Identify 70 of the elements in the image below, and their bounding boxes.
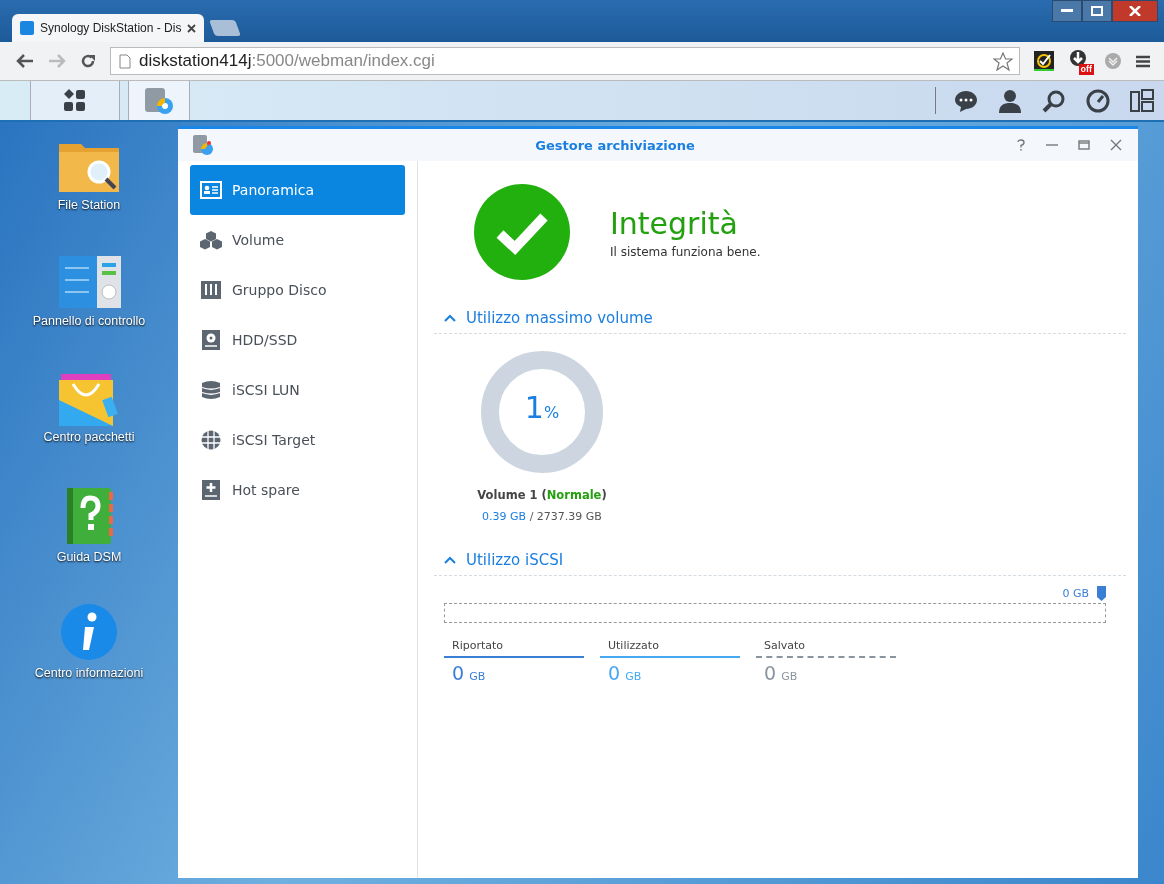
disk-group-icon xyxy=(200,280,222,300)
menu-icon[interactable] xyxy=(1136,54,1150,68)
window-title: Gestore archiviazione xyxy=(534,137,696,153)
minimize-icon xyxy=(1061,9,1073,13)
back-icon[interactable] xyxy=(16,54,34,68)
close-icon xyxy=(1129,6,1141,16)
page-icon xyxy=(119,53,131,69)
gauge-icon[interactable] xyxy=(1086,88,1110,113)
minimize-button[interactable] xyxy=(1052,0,1082,22)
control-panel-icon[interactable] xyxy=(57,254,121,310)
section-header[interactable]: Utilizzo iSCSI xyxy=(434,539,1126,576)
database-icon xyxy=(200,380,222,400)
maximize-icon[interactable] xyxy=(1078,139,1090,151)
volume-capacity: 0.39 GB / 2737.39 GB xyxy=(482,510,602,523)
widgets-icon[interactable] xyxy=(1130,88,1154,113)
health-subtitle: Il sistema funziona bene. xyxy=(610,244,761,259)
bar-label: 0 GB xyxy=(1062,587,1089,600)
id-card-icon xyxy=(200,180,222,200)
search-icon[interactable] xyxy=(1042,88,1066,113)
storage-manager-icon xyxy=(143,85,175,116)
health-title: Integrità xyxy=(610,205,739,241)
globe-icon xyxy=(200,430,222,450)
sidebar-item[interactable]: HDD/SSD xyxy=(190,315,405,365)
off-badge: off xyxy=(1078,64,1094,75)
check-shield-icon[interactable] xyxy=(1034,51,1054,71)
info-icon[interactable] xyxy=(59,602,119,662)
browser-tab[interactable]: Synology DiskStation - Dis xyxy=(12,14,205,42)
user-icon[interactable] xyxy=(998,88,1022,113)
close-button[interactable] xyxy=(1112,0,1158,22)
maximize-icon xyxy=(1091,6,1103,16)
desktop-icon-label[interactable]: Guida DSM xyxy=(29,550,149,564)
tab-title: Synology DiskStation - Dis xyxy=(40,21,182,35)
sidebar-item[interactable]: Panoramica xyxy=(190,165,405,215)
desktop-icon-label[interactable]: File Station xyxy=(29,198,149,212)
legend-label: Riportato xyxy=(451,639,505,654)
chevron-icon xyxy=(444,556,456,564)
help-icon[interactable] xyxy=(1016,139,1026,151)
cubes-icon xyxy=(200,230,222,250)
check-circle-icon xyxy=(474,184,570,280)
star-icon[interactable] xyxy=(993,51,1013,71)
reload-icon[interactable] xyxy=(80,53,96,69)
chevron-icon xyxy=(444,314,456,322)
close-icon[interactable] xyxy=(1110,139,1122,151)
maximize-button[interactable] xyxy=(1082,0,1112,22)
legend-value: 0 GB xyxy=(607,661,643,684)
chat-icon[interactable] xyxy=(954,89,978,112)
legend-label: Salvato xyxy=(763,639,807,654)
desktop-icon-label[interactable]: Pannello di controllo xyxy=(29,314,149,328)
app-grid-icon xyxy=(63,88,87,113)
sidebar-item[interactable]: iSCSI Target xyxy=(190,415,405,465)
sidebar-item[interactable]: Volume xyxy=(190,215,405,265)
legend-value: 0 GB xyxy=(451,661,487,684)
close-tab-icon[interactable] xyxy=(187,23,197,33)
desktop-icon-label[interactable]: Centro pacchetti xyxy=(29,430,149,444)
marker-icon xyxy=(1097,586,1106,601)
section-header[interactable]: Utilizzo massimo volume xyxy=(434,297,1126,334)
sidebar-item[interactable]: Gruppo Disco xyxy=(190,265,405,315)
storage-manager-icon xyxy=(192,134,214,156)
usage-percent: 1% xyxy=(523,390,561,425)
sidebar-item[interactable]: Hot spare xyxy=(190,465,405,515)
new-tab-button[interactable] xyxy=(209,20,242,36)
legend-value: 0 GB xyxy=(763,661,799,684)
dsm-favicon-icon xyxy=(20,21,34,35)
legend-label: Utilizzato xyxy=(607,639,660,654)
volume-name: Volume 1 (Normale) xyxy=(477,488,607,502)
sidebar-item[interactable]: iSCSI LUN xyxy=(190,365,405,415)
address-bar[interactable]: diskstation414j:5000/webman/index.cgi xyxy=(110,47,1020,75)
storage-manager-taskbar-button[interactable] xyxy=(128,81,190,120)
desktop-icon-label[interactable]: Centro informazioni xyxy=(29,666,149,680)
main-menu-button[interactable] xyxy=(30,81,120,120)
